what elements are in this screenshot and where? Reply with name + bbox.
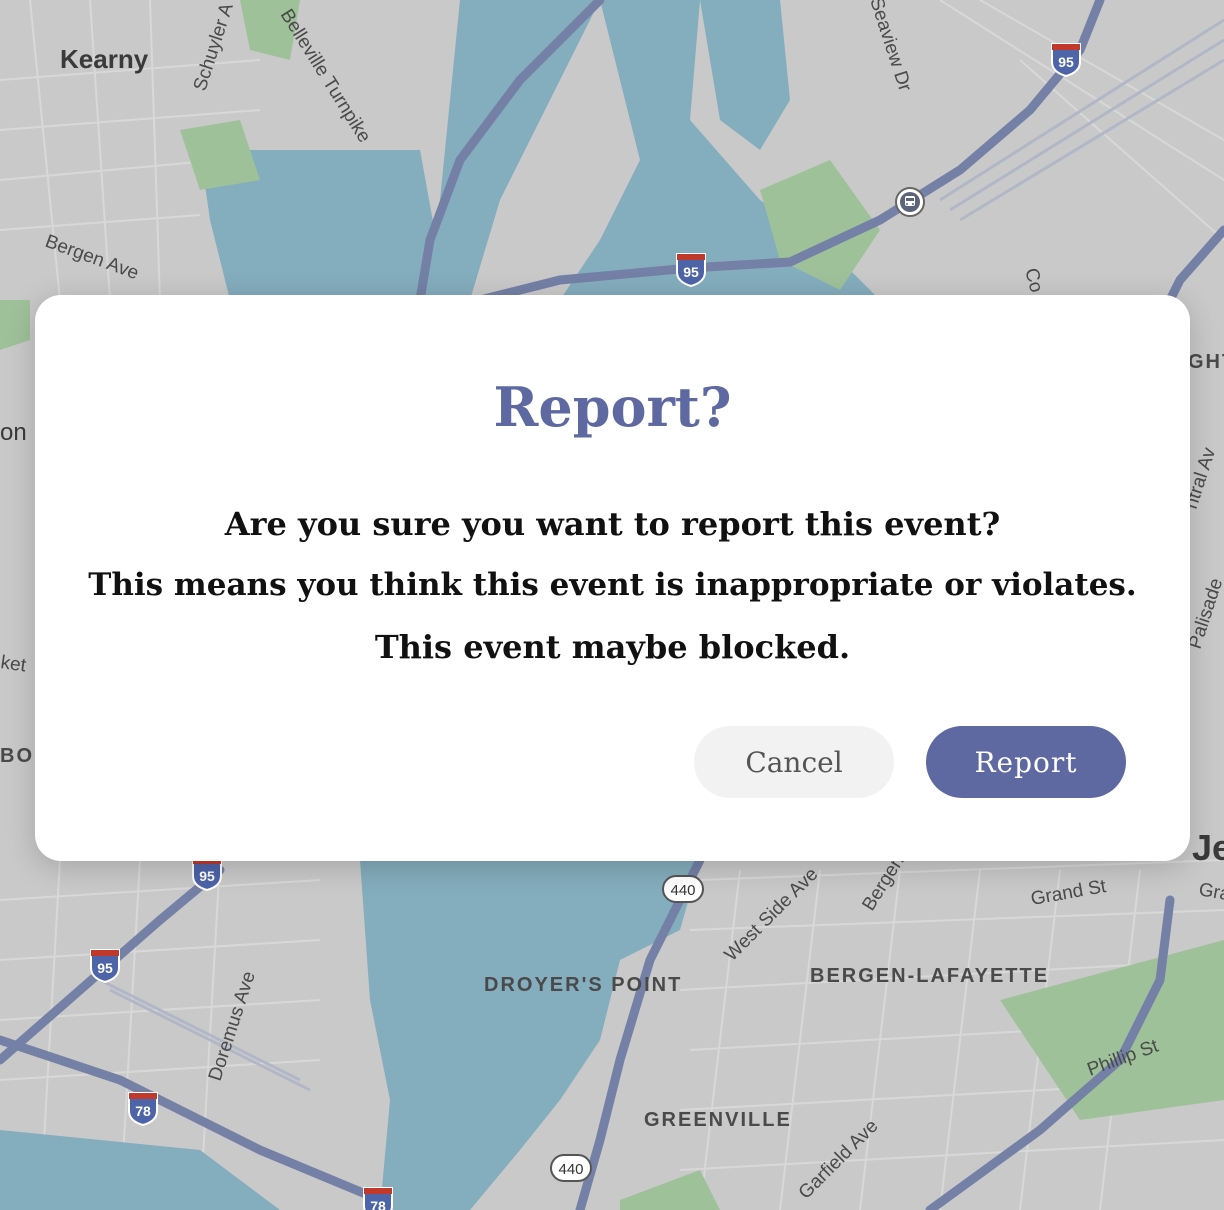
train-icon[interactable] [895,187,925,217]
place-label-bergen-lafayette: BERGEN-LAFAYETTE [810,965,1049,987]
report-dialog: Report? Are you sure you want to report … [35,295,1190,861]
place-label-kearny: Kearny [60,44,149,74]
svg-text:95: 95 [683,264,699,280]
place-label-partial-on: on [0,419,27,446]
dialog-title: Report? [493,375,732,439]
cancel-button[interactable]: Cancel [694,726,894,798]
svg-text:78: 78 [370,1198,386,1210]
interstate-shield-78: 78 [128,1092,158,1127]
place-label-droyers-point: DROYER'S POINT [484,974,682,996]
svg-text:440: 440 [670,882,695,899]
route-shield-440: 440 [550,1154,592,1182]
interstate-shield-78: 78 [363,1187,393,1210]
dialog-message-line-3: This event maybe blocked. [374,628,851,666]
svg-text:95: 95 [1058,54,1074,70]
report-button[interactable]: Report [926,726,1126,798]
place-label-partial-ght: GHT [1188,351,1224,373]
interstate-shield-95: 95 [192,857,222,892]
place-label-partial-je: Je [1192,827,1224,868]
interstate-shield-95: 95 [676,253,706,288]
svg-text:78: 78 [135,1103,151,1119]
svg-text:95: 95 [199,868,215,884]
interstate-shield-95: 95 [1051,43,1081,78]
svg-text:440: 440 [558,1161,583,1178]
dialog-message-line-1: Are you sure you want to report this eve… [224,505,1001,543]
route-shield-440: 440 [662,875,704,903]
place-label-greenville: GREENVILLE [644,1109,792,1131]
svg-text:95: 95 [97,960,113,976]
interstate-shield-95: 95 [90,949,120,984]
place-label-partial-ket: ket [0,652,28,676]
dialog-message-line-2: This means you think this event is inapp… [88,567,1137,603]
